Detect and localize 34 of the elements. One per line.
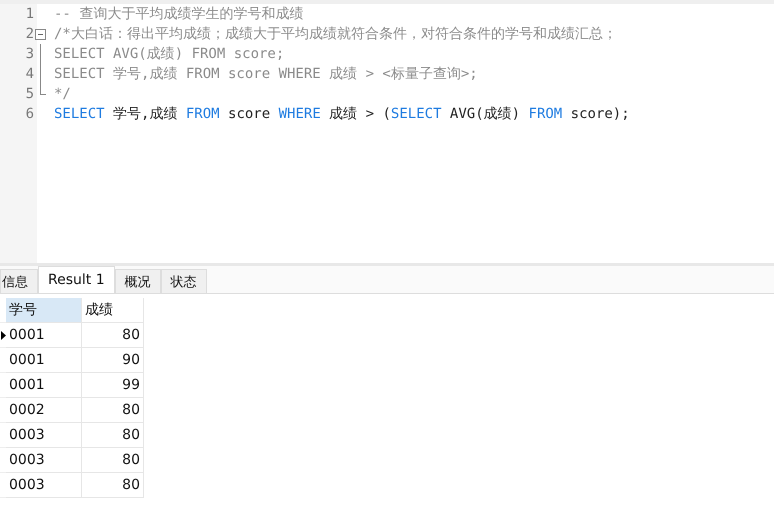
- code-line: -- 查询大于平均成绩学生的学号和成绩: [54, 5, 304, 23]
- table-cell: 90: [82, 348, 144, 373]
- result-tab[interactable]: 状态: [160, 269, 207, 293]
- line-number: 6: [24, 106, 34, 122]
- table-cell: 80: [82, 323, 144, 348]
- column-header[interactable]: 学号: [6, 298, 82, 323]
- result-tab[interactable]: 信息: [0, 269, 38, 293]
- current-row-icon: [1, 330, 6, 340]
- table-cell: 0001: [6, 373, 82, 398]
- result-tab[interactable]: 概况: [114, 269, 161, 293]
- table-cell: 80: [82, 448, 144, 473]
- line-number: 3: [24, 46, 34, 62]
- result-tab[interactable]: Result 1: [38, 266, 115, 293]
- table-cell: 99: [82, 373, 144, 398]
- code-line: /*大白话：得出平均成绩；成绩大于平均成绩就符合条件，对符合条件的学号和成绩汇总；: [54, 25, 617, 43]
- code-line: SELECT AVG(成绩) FROM score;: [54, 45, 284, 63]
- code-editor[interactable]: [0, 4, 774, 266]
- line-number: 2: [24, 26, 34, 42]
- line-number: 1: [24, 6, 34, 22]
- code-line: */: [54, 86, 71, 102]
- table-cell: 80: [82, 473, 144, 498]
- code-line: SELECT 学号,成绩 FROM score WHERE 成绩 > <标量子查询>;: [54, 65, 478, 83]
- table-cell: 80: [82, 423, 144, 448]
- table-cell: 0003: [6, 423, 82, 448]
- column-header[interactable]: 成绩: [82, 298, 144, 323]
- line-number: 5: [24, 86, 34, 102]
- table-cell: 0003: [6, 448, 82, 473]
- table-cell: 0003: [6, 473, 82, 498]
- line-number: 4: [24, 66, 34, 82]
- table-cell: 0001: [6, 323, 82, 348]
- table-cell: 0002: [6, 398, 82, 423]
- code-line: SELECT 学号,成绩 FROM score WHERE 成绩 > (SELECT AVG(成绩) FROM score);: [54, 105, 630, 123]
- table-cell: 80: [82, 398, 144, 423]
- table-cell: 0001: [6, 348, 82, 373]
